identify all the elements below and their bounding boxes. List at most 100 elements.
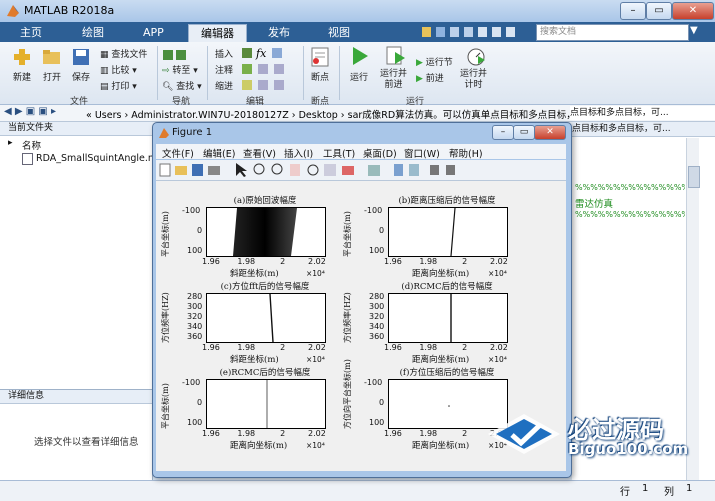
plot-axes[interactable] <box>206 293 326 343</box>
run-advance-label: 运行并 前进 <box>380 69 408 90</box>
y-tick-label: 100 <box>369 246 385 255</box>
x-tick-label: 1.98 <box>237 429 256 438</box>
search-documentation-input[interactable]: 搜索文档 <box>536 24 689 41</box>
figure-toolbar[interactable] <box>156 160 566 181</box>
plot-title: (e)RCMC后的信号幅度 <box>219 368 311 378</box>
plot-axes[interactable] <box>206 207 326 257</box>
figure-maximize-button[interactable]: ▭ <box>513 125 535 140</box>
filter-icon[interactable]: ▼ <box>690 25 702 37</box>
list-item[interactable]: RDA_SmallSquintAngle.m <box>8 152 157 165</box>
goto-label: 转至 <box>172 66 191 76</box>
tab-view[interactable]: 视图 <box>316 24 362 41</box>
advance-button[interactable]: ▶ 前进 <box>416 71 444 84</box>
y-tick-label: 340 <box>187 322 203 331</box>
run-advance-button[interactable] <box>386 46 406 69</box>
current-folder-title: 当前文件夹 <box>0 122 160 136</box>
editor-file-tab[interactable]: 点目标和多点目标，可... <box>570 122 715 137</box>
print-label: 打印 <box>111 82 130 92</box>
x-tick-label: 2 <box>462 429 468 438</box>
plot-axes[interactable] <box>206 379 326 429</box>
run-and-time-label: 运行并 计时 <box>460 69 488 90</box>
plot-signal <box>233 208 297 256</box>
compare-button[interactable]: ▥ 比较 ▾ <box>100 63 137 76</box>
run-button[interactable] <box>350 46 370 69</box>
x-tick-label: 2.02 <box>308 343 326 352</box>
name-column-header[interactable]: 名称 <box>22 138 41 152</box>
indent-button[interactable]: 缩进 <box>215 79 233 92</box>
figure-minimize-button[interactable]: – <box>492 125 514 140</box>
scrollbar-thumb[interactable] <box>688 166 700 188</box>
run-section-button[interactable]: ▶ 运行节 <box>416 55 453 68</box>
plot-title: (c)方位fft后的信号幅度 <box>220 282 310 292</box>
goto-button[interactable]: ⇨ 转至 ▾ <box>162 63 198 76</box>
tab-plots[interactable]: 绘图 <box>70 24 116 41</box>
breakpoints-icon <box>311 47 329 67</box>
maximize-button[interactable]: ▭ <box>646 2 672 20</box>
insert-button[interactable]: 插入 <box>215 47 233 60</box>
breakpoints-label: 断点 <box>311 73 330 83</box>
menu-window[interactable]: 窗口(W) <box>404 146 440 160</box>
quick-access-toolbar[interactable] <box>420 26 528 38</box>
figure-title: Figure 1 <box>172 127 213 138</box>
window-title: MATLAB R2018a <box>24 4 115 17</box>
figure-close-button[interactable]: ✕ <box>534 125 566 140</box>
print-button[interactable]: ▤ 打印 ▾ <box>100 79 137 92</box>
watermark-url: Biguo100.com <box>568 440 689 458</box>
advance-label: 前进 <box>425 74 444 84</box>
menu-file[interactable]: 文件(F) <box>162 146 194 160</box>
sort-chevron-icon[interactable]: ▸ <box>8 138 13 148</box>
y-tick-label: 360 <box>187 332 203 341</box>
plot-title: (b)距离压缩后的信号幅度 <box>398 196 496 206</box>
find-icon: 🔍︎ <box>162 82 177 92</box>
new-icon <box>14 49 30 65</box>
menu-insert[interactable]: 插入(I) <box>284 146 313 160</box>
menu-desktop[interactable]: 桌面(D) <box>363 146 397 160</box>
tab-publish[interactable]: 发布 <box>256 24 302 41</box>
minimize-button[interactable]: – <box>620 2 646 20</box>
find-button[interactable]: 🔍︎ 查找 ▾ <box>162 79 202 92</box>
x-axis-exponent: ×10⁴ <box>306 355 325 364</box>
find-files-button[interactable]: ▦ 查找文件 <box>100 47 147 60</box>
find-files-icon: ▦ <box>100 50 112 60</box>
plot-signal <box>266 380 268 428</box>
plot-axes[interactable] <box>388 207 508 257</box>
run-and-time-button[interactable] <box>466 46 486 69</box>
menu-edit[interactable]: 编辑(E) <box>203 146 235 160</box>
tab-home[interactable]: 主页 <box>8 24 54 41</box>
editor-scrollbar[interactable] <box>686 138 700 480</box>
comment-button[interactable]: 注释 <box>215 63 233 76</box>
y-tick-label: 320 <box>187 312 203 321</box>
breakpoints-button[interactable] <box>310 47 330 70</box>
divider <box>303 46 304 100</box>
edit-tools[interactable]: fx <box>240 45 300 93</box>
save-icon <box>73 49 89 65</box>
plot-title: (f)方位压缩后的信号幅度 <box>399 368 495 378</box>
y-tick-label: -100 <box>364 206 383 215</box>
new-label: 新建 <box>13 73 32 83</box>
plot-axes[interactable] <box>388 293 508 343</box>
y-tick-label: 340 <box>369 322 385 331</box>
m-file-icon <box>22 153 33 165</box>
close-button[interactable]: ✕ <box>672 2 714 20</box>
find-files-label: 查找文件 <box>111 50 148 60</box>
menu-view[interactable]: 查看(V) <box>243 146 276 160</box>
tab-editor[interactable]: 编辑器 <box>188 24 247 42</box>
y-axis-label: 方位频率(HZ) <box>343 292 352 343</box>
x-tick-label: 2 <box>280 429 286 438</box>
new-button[interactable] <box>12 48 32 69</box>
open-button[interactable] <box>42 48 62 69</box>
nav-arrows[interactable] <box>162 48 202 62</box>
save-button[interactable] <box>71 48 91 69</box>
advance-icon: ▶ <box>416 74 426 84</box>
svg-text:fx: fx <box>255 47 267 60</box>
x-tick-label: 1.98 <box>419 429 438 438</box>
run-icon <box>353 47 368 65</box>
menu-help[interactable]: 帮助(H) <box>449 146 483 160</box>
y-tick-label: 360 <box>369 332 385 341</box>
tab-apps[interactable]: APP <box>131 24 176 41</box>
status-bar <box>0 480 715 501</box>
details-empty-text: 选择文件以查看详细信息 <box>34 437 139 448</box>
code-comment-line: %%%%%%%%%%%%%%%%%%%%%%%% <box>575 210 685 219</box>
nav-back-forward-icons[interactable]: ◀ ▶ ▣ ▣ ▸ <box>4 106 56 117</box>
menu-tools[interactable]: 工具(T) <box>323 146 355 160</box>
